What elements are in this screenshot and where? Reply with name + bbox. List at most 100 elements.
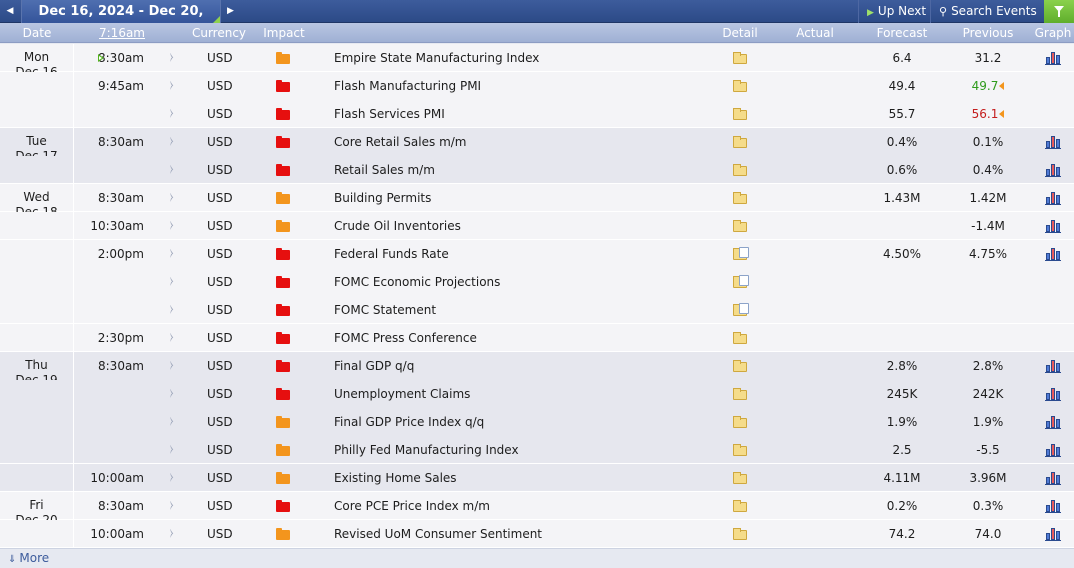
detail-cell[interactable]: [733, 156, 747, 184]
table-row[interactable]: 9:45am ⧽ USD Flash Manufacturing PMI 49.4 49.…: [0, 72, 1074, 100]
impact-cell[interactable]: [276, 72, 290, 100]
alert-sound-icon[interactable]: ⧽: [170, 380, 182, 408]
table-row[interactable]: 10:00am ⧽ USD Existing Home Sales 4.11M 3.96M: [0, 464, 1074, 492]
impact-cell[interactable]: [276, 156, 290, 184]
graph-cell[interactable]: [1045, 44, 1061, 72]
alert-sound-icon[interactable]: ⧽: [170, 156, 182, 184]
impact-cell[interactable]: [276, 268, 290, 296]
alert-sound-icon[interactable]: ⧽: [170, 72, 182, 100]
impact-cell[interactable]: [276, 520, 290, 548]
table-row[interactable]: ⧽ USD Flash Services PMI 55.7 56.1: [0, 100, 1074, 128]
table-row[interactable]: ⧽ USD FOMC Economic Projections: [0, 268, 1074, 296]
table-row[interactable]: MonDec 16 8:30am ⧽ USD Empire State Manufact…: [0, 44, 1074, 79]
detail-cell[interactable]: [733, 324, 747, 352]
alert-sound-icon[interactable]: ⧽: [170, 520, 182, 548]
detail-cell[interactable]: [733, 352, 747, 380]
impact-cell[interactable]: [276, 212, 290, 240]
event-title[interactable]: Empire State Manufacturing Index: [334, 44, 714, 72]
graph-cell[interactable]: [1045, 380, 1061, 408]
detail-cell[interactable]: [733, 380, 747, 408]
table-row[interactable]: FriDec 20 8:30am ⧽ USD Core PCE Price Index …: [0, 492, 1074, 527]
graph-cell[interactable]: [1045, 268, 1061, 296]
event-title[interactable]: Core Retail Sales m/m: [334, 128, 714, 156]
event-title[interactable]: FOMC Economic Projections: [334, 268, 714, 296]
event-title[interactable]: Existing Home Sales: [334, 464, 714, 492]
alert-sound-icon[interactable]: ⧽: [170, 44, 182, 72]
detail-cell[interactable]: [733, 296, 749, 324]
graph-cell[interactable]: [1045, 296, 1061, 324]
graph-cell[interactable]: [1045, 100, 1061, 128]
detail-cell[interactable]: [733, 212, 747, 240]
detail-cell[interactable]: [733, 184, 747, 212]
event-title[interactable]: Flash Services PMI: [334, 100, 714, 128]
date-range-label[interactable]: Dec 16, 2024 - Dec 20, 2024: [21, 0, 220, 42]
detail-cell[interactable]: [733, 72, 747, 100]
event-title[interactable]: Core PCE Price Index m/m: [334, 492, 714, 520]
impact-cell[interactable]: [276, 184, 290, 212]
detail-cell[interactable]: [733, 464, 747, 492]
event-title[interactable]: Revised UoM Consumer Sentiment: [334, 520, 714, 548]
event-title[interactable]: Retail Sales m/m: [334, 156, 714, 184]
impact-cell[interactable]: [276, 408, 290, 436]
up-next-button[interactable]: ▶ Up Next: [858, 0, 930, 23]
alert-sound-icon[interactable]: ⧽: [170, 324, 182, 352]
impact-cell[interactable]: [276, 240, 290, 268]
event-title[interactable]: FOMC Press Conference: [334, 324, 714, 352]
impact-cell[interactable]: [276, 324, 290, 352]
event-title[interactable]: Final GDP q/q: [334, 352, 714, 380]
graph-cell[interactable]: [1045, 492, 1061, 520]
impact-cell[interactable]: [276, 436, 290, 464]
alert-sound-icon[interactable]: ⧽: [170, 492, 182, 520]
graph-cell[interactable]: [1045, 240, 1061, 268]
detail-cell[interactable]: [733, 44, 747, 72]
table-row[interactable]: 10:30am ⧽ USD Crude Oil Inventories -1.4M: [0, 212, 1074, 240]
table-row[interactable]: 2:30pm ⧽ USD FOMC Press Conference: [0, 324, 1074, 352]
graph-cell[interactable]: [1045, 464, 1061, 492]
alert-sound-icon[interactable]: ⧽: [170, 296, 182, 324]
table-row[interactable]: ⧽ USD Unemployment Claims 245K 242K: [0, 380, 1074, 408]
graph-cell[interactable]: [1045, 184, 1061, 212]
event-title[interactable]: Philly Fed Manufacturing Index: [334, 436, 714, 464]
graph-cell[interactable]: [1045, 156, 1061, 184]
impact-cell[interactable]: [276, 380, 290, 408]
detail-cell[interactable]: [733, 240, 749, 268]
alert-sound-icon[interactable]: ⧽: [170, 436, 182, 464]
table-row[interactable]: ⧽ USD Final GDP Price Index q/q 1.9% 1.9%: [0, 408, 1074, 436]
alert-sound-icon[interactable]: ⧽: [170, 100, 182, 128]
alert-sound-icon[interactable]: ⧽: [170, 464, 182, 492]
event-title[interactable]: Crude Oil Inventories: [334, 212, 714, 240]
alert-sound-icon[interactable]: ⧽: [170, 128, 182, 156]
alert-sound-icon[interactable]: ⧽: [170, 268, 182, 296]
impact-cell[interactable]: [276, 296, 290, 324]
detail-cell[interactable]: [733, 100, 747, 128]
table-row[interactable]: ⧽ USD Retail Sales m/m 0.6% 0.4%: [0, 156, 1074, 184]
header-current-time[interactable]: 7:16am: [82, 23, 162, 43]
event-title[interactable]: FOMC Statement: [334, 296, 714, 324]
event-title[interactable]: Building Permits: [334, 184, 714, 212]
detail-cell[interactable]: [733, 268, 749, 296]
alert-sound-icon[interactable]: ⧽: [170, 240, 182, 268]
impact-cell[interactable]: [276, 464, 290, 492]
table-row[interactable]: ⧽ USD Philly Fed Manufacturing Index 2.5 -5.…: [0, 436, 1074, 464]
impact-cell[interactable]: [276, 100, 290, 128]
graph-cell[interactable]: [1045, 72, 1061, 100]
alert-sound-icon[interactable]: ⧽: [170, 352, 182, 380]
table-row[interactable]: 2:00pm ⧽ USD Federal Funds Rate 4.50% 4.75%: [0, 240, 1074, 268]
table-row[interactable]: WedDec 18 8:30am ⧽ USD Building Permits 1.43M…: [0, 184, 1074, 219]
detail-cell[interactable]: [733, 492, 747, 520]
detail-cell[interactable]: [733, 408, 747, 436]
search-events-button[interactable]: ⚲ Search Events: [930, 0, 1044, 23]
impact-cell[interactable]: [276, 128, 290, 156]
previous-week-button[interactable]: ◀: [0, 0, 20, 23]
table-row[interactable]: ⧽ USD FOMC Statement: [0, 296, 1074, 324]
graph-cell[interactable]: [1045, 212, 1061, 240]
graph-cell[interactable]: [1045, 128, 1061, 156]
alert-sound-icon[interactable]: ⧽: [170, 408, 182, 436]
impact-cell[interactable]: [276, 44, 290, 72]
table-row[interactable]: 10:00am ⧽ USD Revised UoM Consumer Sentimen…: [0, 520, 1074, 548]
graph-cell[interactable]: [1045, 408, 1061, 436]
graph-cell[interactable]: [1045, 436, 1061, 464]
table-row[interactable]: ThuDec 19 8:30am ⧽ USD Final GDP q/q 2.8% 2.8%: [0, 352, 1074, 387]
graph-cell[interactable]: [1045, 520, 1061, 548]
detail-cell[interactable]: [733, 128, 747, 156]
